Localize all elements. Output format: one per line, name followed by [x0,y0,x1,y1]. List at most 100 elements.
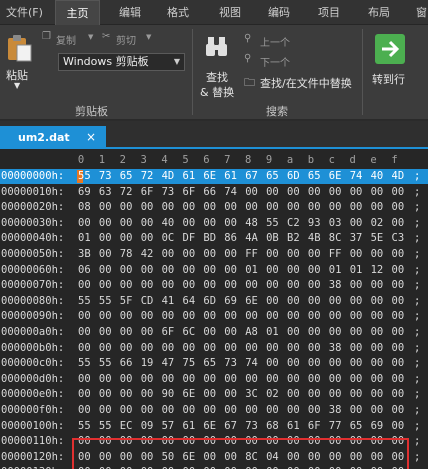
hex-byte[interactable]: 74 [245,356,261,371]
hex-byte[interactable]: 00 [287,247,303,262]
hex-byte[interactable]: 00 [287,387,303,402]
hex-byte[interactable]: 00 [308,387,324,402]
hex-row[interactable]: 00000010h: 69 63 72 6F 73 6F 66 74 00 00 00 00 00 00 00… [0,185,428,200]
hex-byte[interactable]: 00 [350,247,366,262]
hex-byte[interactable]: 55 [266,216,282,231]
hex-byte[interactable]: DF [183,231,199,246]
hex-byte[interactable]: 00 [245,278,261,293]
hex-byte[interactable]: 00 [183,309,199,324]
hex-byte[interactable]: 00 [183,247,199,262]
hex-row[interactable]: 00000070h: 00 00 00 00 00 00 00 00 00 00 00 00 38 00 00… [0,278,428,293]
hex-byte[interactable]: 6D [203,294,219,309]
hex-byte[interactable]: 00 [203,341,219,356]
hex-byte[interactable]: 02 [266,387,282,402]
hex-byte[interactable]: 00 [120,309,136,324]
hex-byte[interactable]: 00 [329,185,345,200]
hex-byte[interactable]: 00 [329,372,345,387]
hex-byte[interactable]: 00 [162,263,178,278]
hex-byte[interactable]: 5F [120,294,136,309]
hex-byte[interactable]: 03 [329,216,345,231]
hex-byte[interactable]: EC [120,419,136,434]
hex-byte[interactable]: 65 [266,169,282,184]
hex-byte[interactable]: 5E [371,231,387,246]
hex-byte[interactable]: 00 [308,372,324,387]
hex-byte[interactable]: 55 [99,419,115,434]
hex-byte[interactable]: 93 [308,216,324,231]
hex-row[interactable]: 00000040h: 01 00 00 00 0C DF BD 86 4A 0B B2 4B 8C 37 5E… [0,231,428,246]
hex-byte[interactable]: 00 [371,294,387,309]
hex-byte[interactable]: 00 [224,263,240,278]
hex-byte[interactable]: 00 [203,263,219,278]
hex-byte[interactable]: 00 [287,263,303,278]
hex-byte[interactable]: 00 [350,372,366,387]
hex-byte[interactable]: 00 [183,263,199,278]
hex-byte[interactable]: 00 [203,325,219,340]
hex-byte[interactable]: 00 [350,356,366,371]
hex-byte[interactable]: 00 [266,294,282,309]
hex-byte[interactable]: 00 [162,341,178,356]
hex-byte[interactable]: 6E [203,169,219,184]
hex-byte[interactable]: 00 [329,387,345,402]
hex-byte[interactable]: 00 [78,278,94,293]
hex-byte[interactable]: 00 [287,185,303,200]
hex-byte[interactable]: 00 [78,309,94,324]
menu-tab-file[interactable]: 文件(F) [2,0,47,25]
hex-byte[interactable]: 00 [266,278,282,293]
hex-byte[interactable]: 00 [99,387,115,402]
menu-tab-project[interactable]: 项目 [314,0,344,25]
hex-byte[interactable]: 00 [371,387,387,402]
hex-byte[interactable]: 74 [350,169,366,184]
hex-byte[interactable]: 41 [162,294,178,309]
hex-byte[interactable]: 01 [266,325,282,340]
hex-byte[interactable]: 00 [392,185,408,200]
hex-byte[interactable]: 00 [203,403,219,418]
hex-byte[interactable]: 48 [245,216,261,231]
hex-byte[interactable]: 69 [224,294,240,309]
hex-byte[interactable]: 00 [308,309,324,324]
hex-byte[interactable]: 00 [371,341,387,356]
hex-byte[interactable]: 00 [329,309,345,324]
hex-byte[interactable]: 00 [392,341,408,356]
hex-byte[interactable]: 00 [350,200,366,215]
hex-byte[interactable]: 65 [350,419,366,434]
hex-byte[interactable]: 00 [308,341,324,356]
hex-byte[interactable]: 00 [287,403,303,418]
hex-byte[interactable]: 00 [308,294,324,309]
hex-byte[interactable]: 00 [350,403,366,418]
hex-byte[interactable]: 61 [183,419,199,434]
hex-byte[interactable]: 00 [392,325,408,340]
hex-byte[interactable]: 00 [245,341,261,356]
hex-byte[interactable]: 00 [308,200,324,215]
hex-row[interactable]: 00000030h: 00 00 00 00 40 00 00 00 48 55 C2 93 03 00 02… [0,216,428,231]
hex-byte[interactable]: 00 [392,419,408,434]
hex-byte[interactable]: C3 [392,231,408,246]
hex-byte[interactable]: 40 [371,169,387,184]
hex-byte[interactable]: 00 [203,309,219,324]
hex-byte[interactable]: 40 [162,216,178,231]
hex-byte[interactable]: 78 [120,247,136,262]
hex-byte[interactable]: 00 [392,403,408,418]
hex-byte[interactable]: 73 [162,185,178,200]
find-in-files-button[interactable]: 🗀 查找/在文件中替换 [244,74,364,90]
menu-tab-window[interactable]: 窗 [412,0,428,25]
hex-byte[interactable]: 01 [78,231,94,246]
hex-byte[interactable]: 75 [183,356,199,371]
hex-byte[interactable]: 00 [99,247,115,262]
hex-byte[interactable]: 4A [245,231,261,246]
hex-byte[interactable]: 00 [287,309,303,324]
hex-byte[interactable]: 00 [224,341,240,356]
hex-row[interactable]: 000000d0h: 00 00 00 00 00 00 00 00 00 00 00 00 00 00 00… [0,372,428,387]
hex-byte[interactable]: 00 [120,263,136,278]
menu-tab-format[interactable]: 格式 [163,0,193,25]
hex-row[interactable]: 00000060h: 06 00 00 00 00 00 00 00 01 00 00 00 01 01 12… [0,263,428,278]
hex-byte[interactable]: 00 [392,372,408,387]
hex-byte[interactable]: 00 [266,341,282,356]
hex-byte[interactable]: C2 [287,216,303,231]
cut-button[interactable]: ✂ 剪切 ▼ [102,31,158,47]
hex-byte[interactable]: 01 [329,263,345,278]
hex-byte[interactable]: 00 [120,216,136,231]
menu-tab-view[interactable]: 视图 [215,0,245,25]
hex-byte[interactable]: 55 [99,356,115,371]
hex-byte[interactable]: 90 [162,387,178,402]
hex-byte[interactable]: 65 [120,169,136,184]
